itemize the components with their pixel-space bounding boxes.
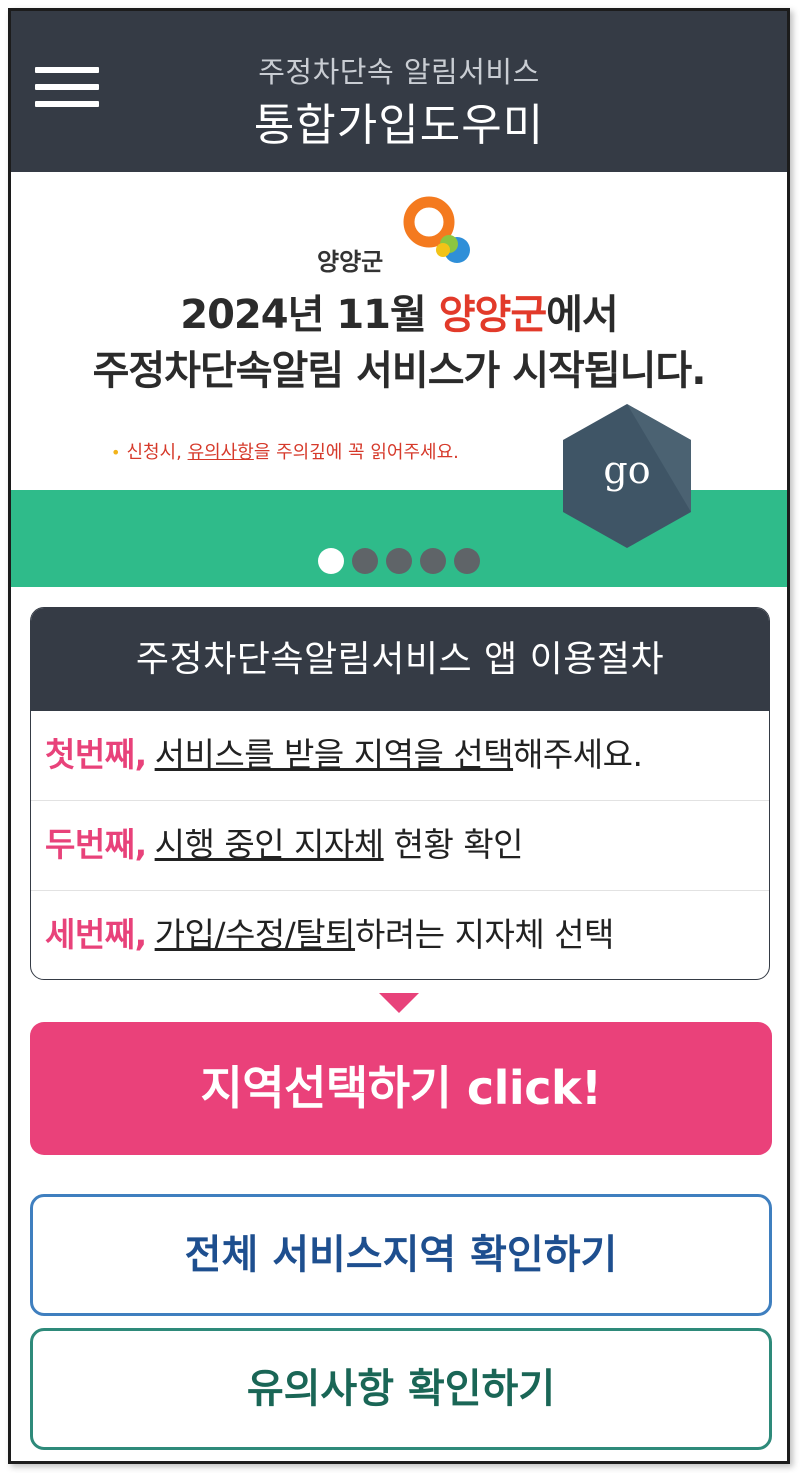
procedure-step-2: 두번째, 시행 중인 지자체 현황 확인 bbox=[31, 801, 769, 891]
procedure-step-1: 첫번째, 서비스를 받을 지역을 선택해주세요. bbox=[31, 711, 769, 801]
select-region-button[interactable]: 지역선택하기 click! bbox=[30, 1022, 772, 1155]
procedure-title: 주정차단속알림서비스 앱 이용절차 bbox=[31, 608, 769, 711]
slide-dot-5[interactable] bbox=[454, 548, 480, 574]
bullet-icon: • bbox=[111, 443, 121, 462]
banner-headline-2: 주정차단속알림 서비스가 시작됩니다. bbox=[92, 348, 707, 394]
procedure-card: 주정차단속알림서비스 앱 이용절차 첫번째, 서비스를 받을 지역을 선택해주세요… bbox=[30, 607, 770, 980]
slide-dot-2[interactable] bbox=[352, 548, 378, 574]
slide-dot-4[interactable] bbox=[420, 548, 446, 574]
view-all-regions-button[interactable]: 전체 서비스지역 확인하기 bbox=[30, 1194, 772, 1316]
slide-dot-3[interactable] bbox=[386, 548, 412, 574]
header-subtitle: 주정차단속 알림서비스 bbox=[258, 55, 540, 89]
county-logo-text: 양양군 bbox=[317, 248, 384, 276]
go-label: go bbox=[603, 448, 651, 492]
promo-banner[interactable]: 양양군 2024년 11월 양양군에서 주정차단속알림 서비스가 시작됩니다. … bbox=[11, 172, 787, 587]
banner-notice-text: • 신청시, 유의사항을 주의깊에 꼭 읽어주세요. bbox=[111, 442, 459, 463]
go-button[interactable]: go bbox=[563, 404, 691, 548]
banner-headline-1: 2024년 11월 양양군에서 bbox=[180, 292, 618, 338]
view-notice-button[interactable]: 유의사항 확인하기 bbox=[30, 1328, 772, 1450]
county-highlight: 양양군 bbox=[438, 292, 547, 338]
header-title: 통합가입도우미 bbox=[253, 100, 545, 151]
slide-indicator bbox=[11, 548, 787, 574]
slide-dot-1[interactable] bbox=[318, 548, 344, 574]
down-arrow-icon bbox=[379, 993, 419, 1013]
app-frame: 주정차단속 알림서비스 통합가입도우미 양양군 2024년 11월 양양군에서 … bbox=[8, 8, 790, 1464]
county-logo-icon bbox=[403, 196, 470, 263]
procedure-step-3: 세번째, 가입/수정/탈퇴하려는 지자체 선택 bbox=[45, 915, 614, 954]
app-header: 주정차단속 알림서비스 통합가입도우미 bbox=[11, 11, 787, 172]
